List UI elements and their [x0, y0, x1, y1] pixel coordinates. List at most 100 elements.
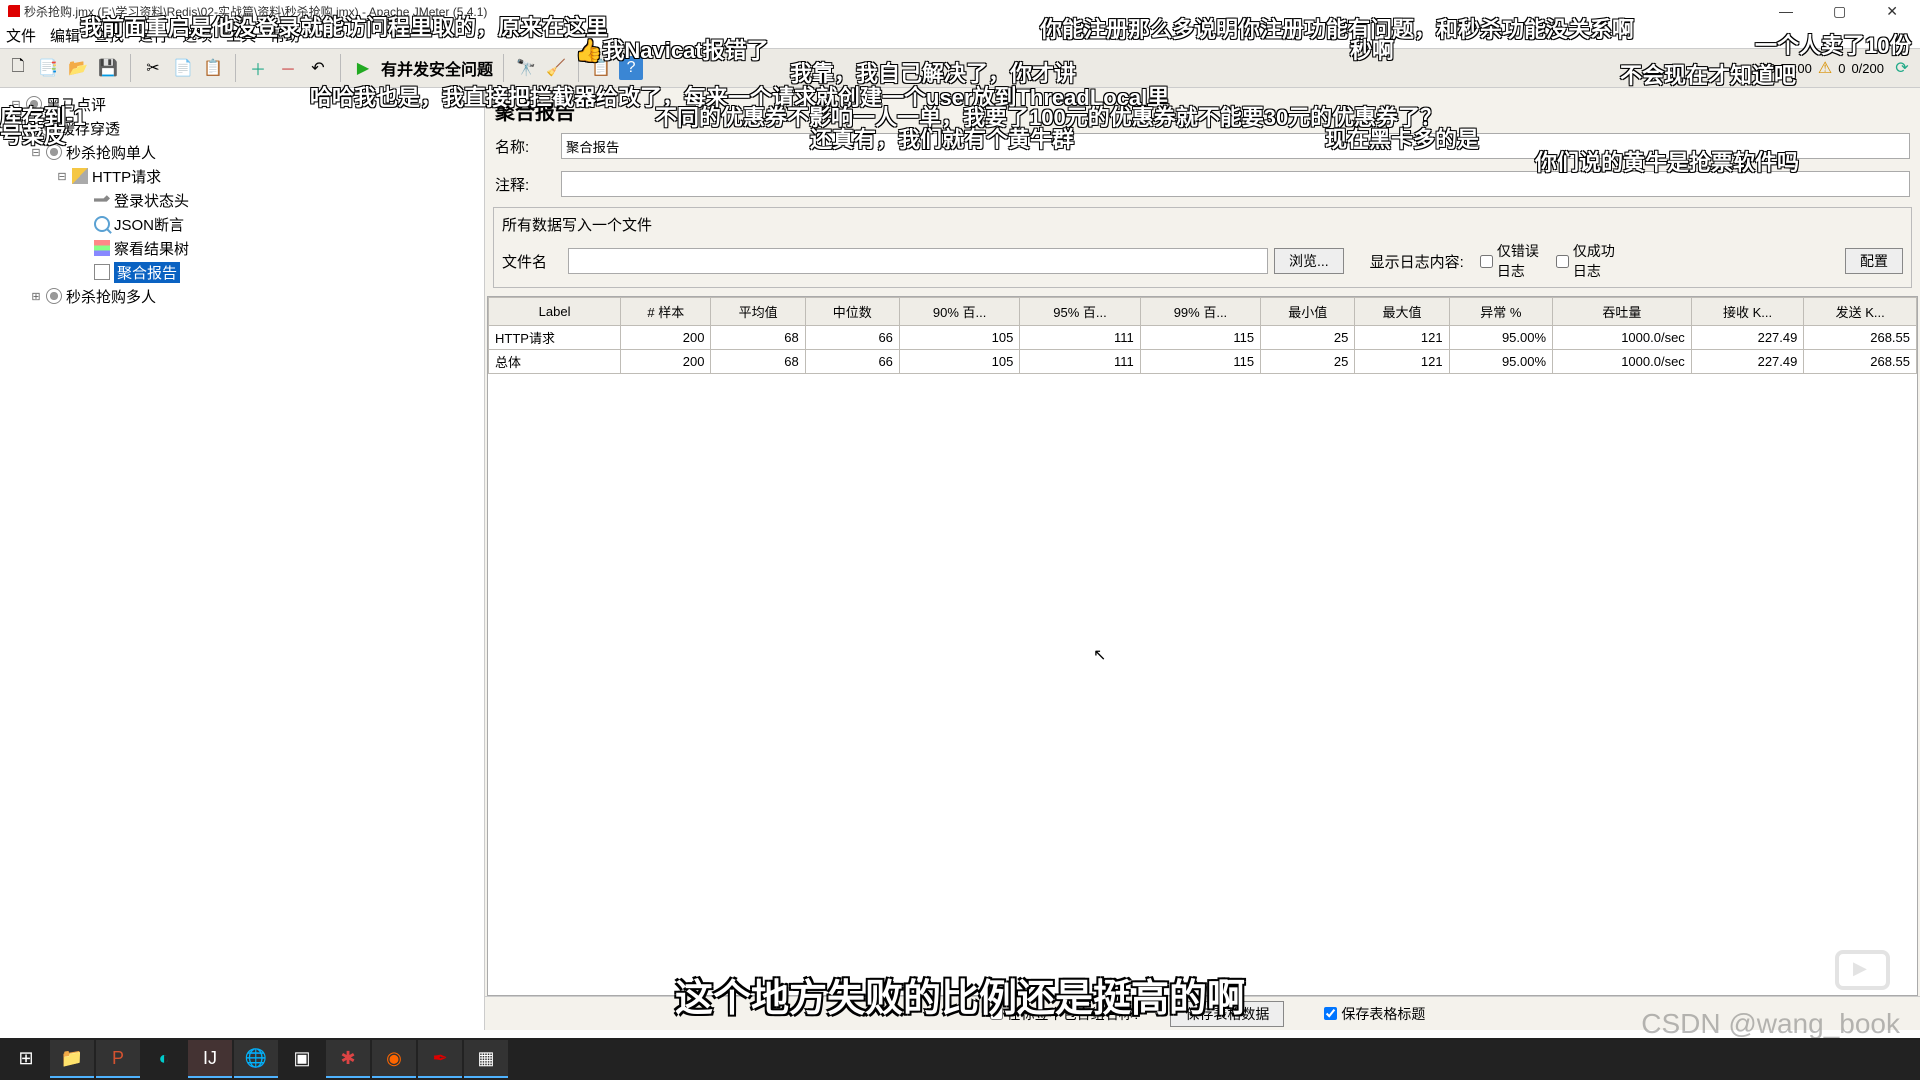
- terminal-icon[interactable]: ▣: [280, 1040, 324, 1078]
- warning-icon[interactable]: ⚠: [1818, 58, 1832, 78]
- sampler-icon: [72, 168, 88, 184]
- refresh-icon[interactable]: ⟳: [1890, 56, 1914, 80]
- start-button[interactable]: ⊞: [4, 1040, 48, 1078]
- chrome-icon[interactable]: 🌐: [234, 1040, 278, 1078]
- table-row[interactable]: HTTP请求20068661051111152512195.00%1000.0/…: [489, 326, 1917, 350]
- tree-http[interactable]: HTTP请求: [92, 166, 161, 187]
- col-min[interactable]: 最小值: [1261, 298, 1355, 326]
- aggregate-table[interactable]: Label# 样本平均值中位数90% 百...95% 百...99% 百...最…: [487, 296, 1918, 996]
- col-avg[interactable]: 平均值: [711, 298, 805, 326]
- config-button[interactable]: 配置: [1845, 248, 1903, 274]
- close-button[interactable]: ✕: [1880, 1, 1904, 22]
- col-max[interactable]: 最大值: [1355, 298, 1449, 326]
- idea-icon[interactable]: IJ: [188, 1040, 232, 1078]
- file-group-title: 所有数据写入一个文件: [502, 214, 1903, 235]
- menu-search[interactable]: 查找: [94, 25, 124, 46]
- col-p95[interactable]: 95% 百...: [1020, 298, 1140, 326]
- toggle-icon[interactable]: ⊞: [30, 290, 42, 303]
- menu-edit[interactable]: 编辑: [50, 25, 80, 46]
- name-input[interactable]: [561, 133, 1910, 159]
- remove-icon[interactable]: －: [276, 56, 300, 80]
- thread-counter: 0/200: [1851, 61, 1884, 76]
- col-label[interactable]: Label: [489, 298, 621, 326]
- app2-icon[interactable]: ✱: [326, 1040, 370, 1078]
- elapsed-timer: 00:00:00: [1761, 61, 1812, 76]
- tree-agg-report[interactable]: 聚合报告: [114, 262, 180, 283]
- jmeter-icon: [8, 5, 20, 17]
- toggle-icon[interactable]: ⊟: [30, 146, 42, 159]
- menu-help[interactable]: 帮助: [270, 25, 300, 46]
- err-only-checkbox[interactable]: 仅错误日志: [1480, 241, 1540, 281]
- jmeter-icon[interactable]: ✒: [418, 1040, 462, 1078]
- title-bar: 秒杀抢购.jmx (F:\学习资料\Redis\02-实战篇\资料\秒杀抢购.j…: [0, 0, 1920, 22]
- add-icon[interactable]: ＋: [246, 56, 270, 80]
- toolbar: 🗋 📑 📂 💾 ✂ 📄 📋 ＋ － ↶ ▶ 有并发安全问题 🔭 🧹 📋 ? 00…: [0, 48, 1920, 88]
- save-header-checkbox[interactable]: 保存表格标题: [1324, 1004, 1425, 1024]
- run-no-pause[interactable]: 有并发安全问题: [381, 56, 493, 80]
- help-icon[interactable]: ?: [619, 56, 643, 80]
- app3-icon[interactable]: ▦: [464, 1040, 508, 1078]
- open-icon[interactable]: 📂: [66, 56, 90, 80]
- copy-icon[interactable]: 📄: [171, 56, 195, 80]
- toggle-icon[interactable]: ⊟: [56, 170, 68, 183]
- cut-icon[interactable]: ✂: [141, 56, 165, 80]
- undo-icon[interactable]: ↶: [306, 56, 330, 80]
- tree-sk-single[interactable]: 秒杀抢购单人: [66, 142, 156, 163]
- name-label: 名称:: [495, 136, 555, 157]
- file-label: 文件名: [502, 251, 562, 272]
- csdn-watermark: CSDN @wang_book: [1641, 1008, 1900, 1040]
- toggle-icon[interactable]: ⊟: [10, 98, 22, 111]
- threadgroup-icon: [40, 120, 56, 136]
- ok-only-checkbox[interactable]: 仅成功日志: [1556, 241, 1616, 281]
- maximize-button[interactable]: ▢: [1827, 1, 1852, 22]
- menu-tools[interactable]: 工具: [226, 25, 256, 46]
- tree-view-tree[interactable]: 察看结果树: [114, 238, 189, 259]
- filename-input[interactable]: [568, 248, 1268, 274]
- window-controls: — ▢ ✕: [1773, 1, 1912, 22]
- comment-label: 注释:: [495, 174, 555, 195]
- col-median[interactable]: 中位数: [805, 298, 899, 326]
- clear-search-icon[interactable]: 🧹: [544, 56, 568, 80]
- postman-icon[interactable]: ◉: [372, 1040, 416, 1078]
- menu-run[interactable]: 运行: [138, 25, 168, 46]
- threadgroup-icon: [46, 288, 62, 304]
- threadgroup-icon: [46, 144, 62, 160]
- menu-file[interactable]: 文件: [6, 25, 36, 46]
- col-recv[interactable]: 接收 K...: [1691, 298, 1804, 326]
- tree-cache[interactable]: 缓存穿透: [60, 118, 120, 139]
- paste-icon[interactable]: 📋: [201, 56, 225, 80]
- config-icon: [94, 192, 110, 208]
- search-icon[interactable]: 🔭: [514, 56, 538, 80]
- col-p99[interactable]: 99% 百...: [1140, 298, 1260, 326]
- col-err[interactable]: 异常 %: [1449, 298, 1552, 326]
- table-row[interactable]: 总体20068661051111152512195.00%1000.0/sec2…: [489, 350, 1917, 374]
- tree-json-assert[interactable]: JSON断言: [114, 214, 184, 235]
- app-icon[interactable]: ◐: [142, 1040, 186, 1078]
- minimize-button[interactable]: —: [1773, 1, 1799, 22]
- window-title: 秒杀抢购.jmx (F:\学习资料\Redis\02-实战篇\资料\秒杀抢购.j…: [24, 3, 487, 20]
- col-send[interactable]: 发送 K...: [1804, 298, 1917, 326]
- col-p90[interactable]: 90% 百...: [899, 298, 1019, 326]
- templates-icon[interactable]: 📑: [36, 56, 60, 80]
- mouse-cursor: ↖: [1093, 645, 1106, 665]
- col-samples[interactable]: # 样本: [621, 298, 711, 326]
- show-log-label: 显示日志内容:: [1370, 251, 1464, 272]
- tree-root[interactable]: 黑马点评: [46, 94, 106, 115]
- function-helper-icon[interactable]: 📋: [589, 56, 613, 80]
- menu-options[interactable]: 选项: [182, 25, 212, 46]
- detail-panel: 聚合报告 名称: 注释: 所有数据写入一个文件 文件名 浏览... 显示日志内容…: [485, 88, 1920, 1030]
- run-icon[interactable]: ▶: [351, 56, 375, 80]
- windows-taskbar[interactable]: ⊞ 📁 P ◐ IJ 🌐 ▣ ✱ ◉ ✒ ▦: [0, 1038, 1920, 1080]
- listener-icon: [94, 264, 110, 280]
- tree-sk-multi[interactable]: 秒杀抢购多人: [66, 286, 156, 307]
- tree-login-header[interactable]: 登录状态头: [114, 190, 189, 211]
- save-icon[interactable]: 💾: [96, 56, 120, 80]
- explorer-icon[interactable]: 📁: [50, 1040, 94, 1078]
- browse-button[interactable]: 浏览...: [1274, 248, 1344, 274]
- test-plan-tree[interactable]: ⊟ 黑马点评 缓存穿透 ⊟ 秒杀抢购单人 ⊟ HTTP请求 登录状态头 JSON…: [0, 88, 485, 1030]
- col-thru[interactable]: 吞吐量: [1553, 298, 1692, 326]
- new-icon[interactable]: 🗋: [6, 56, 30, 80]
- listener-icon: [94, 240, 110, 256]
- powerpoint-icon[interactable]: P: [96, 1040, 140, 1078]
- comment-input[interactable]: [561, 171, 1910, 197]
